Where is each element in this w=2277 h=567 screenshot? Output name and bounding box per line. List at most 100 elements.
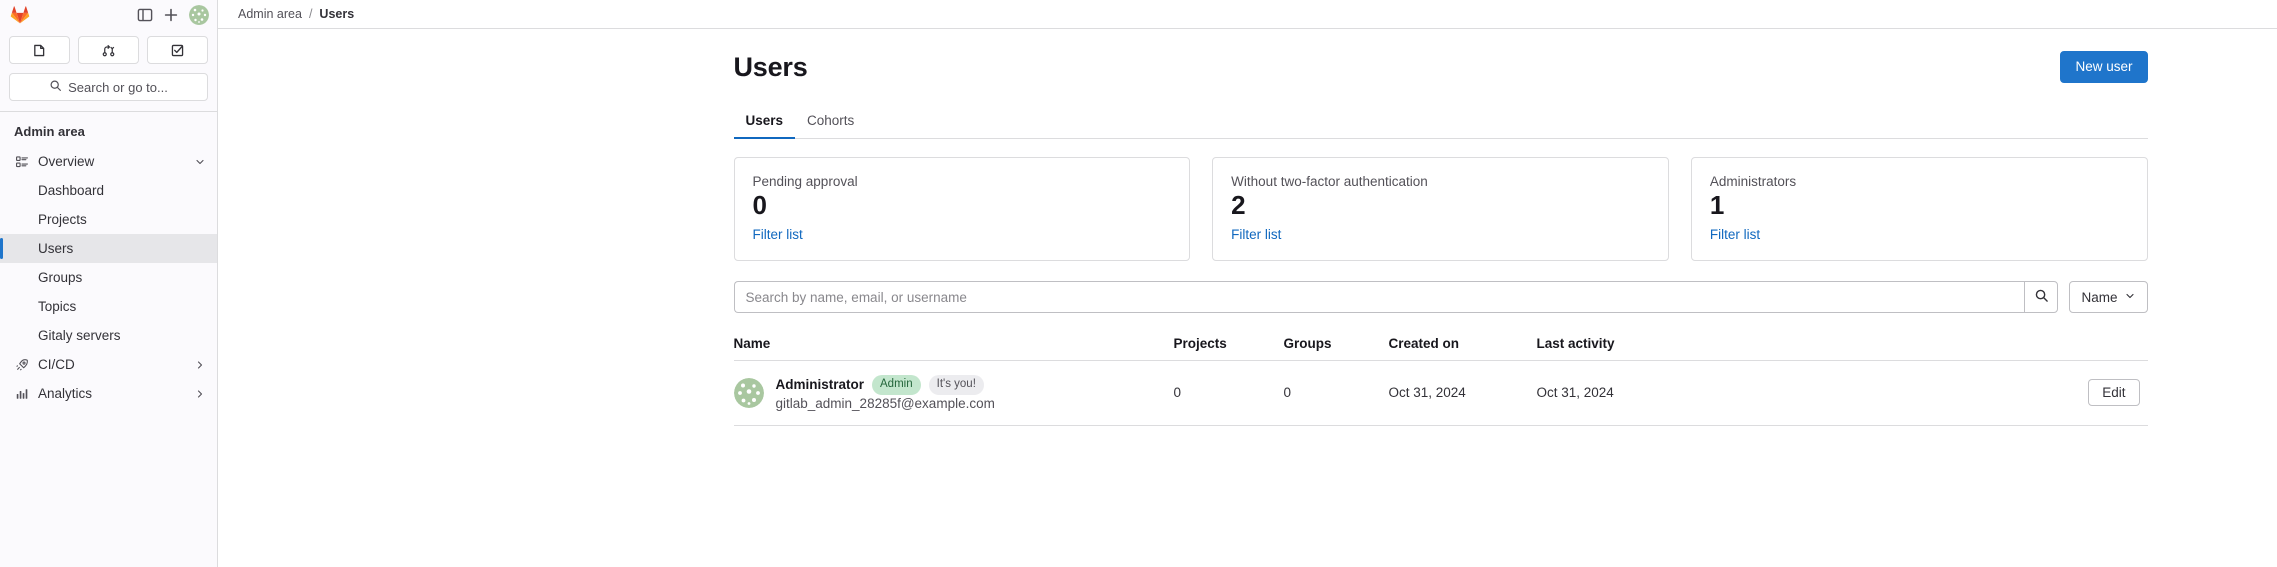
stat-cards: Pending approval 0 Filter list Without t… xyxy=(733,157,2148,262)
tab-users[interactable]: Users xyxy=(733,107,796,140)
plus-icon[interactable] xyxy=(158,2,184,28)
content-inner: Users New user Users Cohorts Pending app… xyxy=(348,29,2148,426)
cell-user: Administrator Admin It's you! gitlab_adm… xyxy=(733,360,1174,426)
stat-card-without-two-factor: Without two-factor authentication 2 Filt… xyxy=(1212,157,1669,262)
sidebar: Search or go to... Admin area Overview D… xyxy=(0,0,218,567)
sidebar-item-overview[interactable]: Overview xyxy=(0,147,217,176)
sort-dropdown-label: Name xyxy=(2081,289,2118,305)
status-badge-admin: Admin xyxy=(872,375,921,395)
filter-list-link[interactable]: Filter list xyxy=(1710,227,1760,242)
main-area: Admin area / Users Users New user Users … xyxy=(218,0,2277,567)
edit-button[interactable]: Edit xyxy=(2088,379,2140,407)
sidebar-quick-links xyxy=(0,30,217,64)
sidebar-heading: Admin area xyxy=(14,124,85,139)
filter-list-link[interactable]: Filter list xyxy=(753,227,803,242)
table-row: Administrator Admin It's you! gitlab_adm… xyxy=(733,360,2148,426)
user-name-line: Administrator Admin It's you! xyxy=(776,375,995,395)
content-region: Users New user Users Cohorts Pending app… xyxy=(218,29,2277,567)
stat-card-value: 2 xyxy=(1231,190,1246,221)
column-header-projects: Projects xyxy=(1173,327,1284,362)
filter-list-link[interactable]: Filter list xyxy=(1231,227,1281,242)
chevron-right-icon[interactable] xyxy=(193,387,207,401)
sort-dropdown-button[interactable]: Name xyxy=(2069,281,2148,314)
cell-projects: 0 xyxy=(1173,360,1284,426)
analytics-icon xyxy=(14,386,30,402)
table-header-row: Name Projects Groups Created on Last act… xyxy=(733,327,2148,362)
search-box xyxy=(733,281,2059,314)
page-title: Users xyxy=(733,51,808,82)
sidebar-item-label: Dashboard xyxy=(38,183,105,198)
cell-actions: Edit xyxy=(1726,360,2148,426)
user-email: gitlab_admin_28285f@example.com xyxy=(775,395,995,411)
stat-card-value: 1 xyxy=(1709,190,1725,221)
search-row: Name xyxy=(733,281,2148,314)
column-header-created-on: Created on xyxy=(1388,327,1537,362)
stat-card-administrators: Administrators 1 Filter list xyxy=(1690,157,2148,262)
sidebar-nav: Overview Dashboard Projects Users Groups xyxy=(0,147,217,567)
search-submit-button[interactable] xyxy=(2024,281,2059,314)
user-avatar[interactable] xyxy=(189,5,209,25)
search-icon xyxy=(49,79,62,95)
stat-card-title: Administrators xyxy=(1709,174,1797,190)
todo-check-icon[interactable] xyxy=(147,36,208,64)
search-or-go-to-input[interactable]: Search or go to... xyxy=(9,73,208,101)
sidebar-item-analytics[interactable]: Analytics xyxy=(0,379,217,408)
issue-icon[interactable] xyxy=(9,36,70,64)
overview-icon xyxy=(14,154,30,170)
sidebar-item-label: Overview xyxy=(38,154,95,169)
sidebar-item-users[interactable]: Users xyxy=(0,234,217,263)
status-badge-its-you: It's you! xyxy=(928,375,984,395)
sidebar-item-label: Analytics xyxy=(38,386,93,401)
sidebar-item-dashboard[interactable]: Dashboard xyxy=(0,176,217,205)
sidebar-item-label: CI/CD xyxy=(38,357,75,372)
cell-groups: 0 xyxy=(1283,360,1389,426)
user-name[interactable]: Administrator xyxy=(776,377,865,392)
sidebar-item-topics[interactable]: Topics xyxy=(0,292,217,321)
column-header-actions xyxy=(1726,327,2148,362)
breadcrumb-parent[interactable]: Admin area xyxy=(238,7,302,21)
sidebar-item-label: Topics xyxy=(38,299,77,314)
users-table: Name Projects Groups Created on Last act… xyxy=(733,327,2148,426)
search-input[interactable] xyxy=(733,281,2025,314)
column-header-last-activity: Last activity xyxy=(1536,327,1727,362)
sidebar-item-label: Gitaly servers xyxy=(38,328,121,343)
sidebar-item-ci-cd[interactable]: CI/CD xyxy=(0,350,217,379)
sidebar-top-bar xyxy=(0,0,217,30)
sidebar-item-projects[interactable]: Projects xyxy=(0,205,217,234)
chevron-down-icon xyxy=(2124,290,2136,305)
search-placeholder-text: Search or go to... xyxy=(68,79,168,95)
gitlab-logo-icon[interactable] xyxy=(6,1,34,29)
avatar xyxy=(733,377,764,408)
cell-last-activity: Oct 31, 2024 xyxy=(1536,360,1727,426)
stat-card-value: 0 xyxy=(752,190,767,221)
search-icon xyxy=(2034,288,2049,306)
sidebar-item-gitaly-servers[interactable]: Gitaly servers xyxy=(0,321,217,350)
chevron-down-icon[interactable] xyxy=(193,155,207,169)
breadcrumb-separator: / xyxy=(308,7,313,21)
tab-bar: Users Cohorts xyxy=(733,107,2148,140)
sidebar-toggle-icon[interactable] xyxy=(132,2,158,28)
users-table-body: Administrator Admin It's you! gitlab_adm… xyxy=(733,360,2148,426)
stat-card-pending-approval: Pending approval 0 Filter list xyxy=(733,157,1191,262)
rocket-icon xyxy=(14,357,30,373)
sidebar-item-label: Users xyxy=(38,241,74,256)
users-table-head: Name Projects Groups Created on Last act… xyxy=(733,327,2148,362)
breadcrumb: Admin area / Users xyxy=(218,0,2277,29)
cell-created-on: Oct 31, 2024 xyxy=(1388,360,1537,426)
sidebar-item-label: Projects xyxy=(38,212,87,227)
column-header-name: Name xyxy=(733,327,1174,362)
breadcrumb-current: Users xyxy=(319,7,355,21)
column-header-groups: Groups xyxy=(1283,327,1389,362)
new-user-button[interactable]: New user xyxy=(2060,51,2148,84)
app-root: Search or go to... Admin area Overview D… xyxy=(0,0,2277,567)
user-cell: Administrator Admin It's you! gitlab_adm… xyxy=(733,375,1166,411)
chevron-right-icon[interactable] xyxy=(193,358,207,372)
merge-request-icon[interactable] xyxy=(78,36,139,64)
stat-card-title: Pending approval xyxy=(752,174,858,190)
page-header: Users New user xyxy=(733,29,2148,84)
user-text-block: Administrator Admin It's you! gitlab_adm… xyxy=(776,375,995,411)
sidebar-item-groups[interactable]: Groups xyxy=(0,263,217,292)
stat-card-title: Without two-factor authentication xyxy=(1231,174,1428,190)
sidebar-item-label: Groups xyxy=(38,270,83,285)
tab-cohorts[interactable]: Cohorts xyxy=(795,107,866,139)
